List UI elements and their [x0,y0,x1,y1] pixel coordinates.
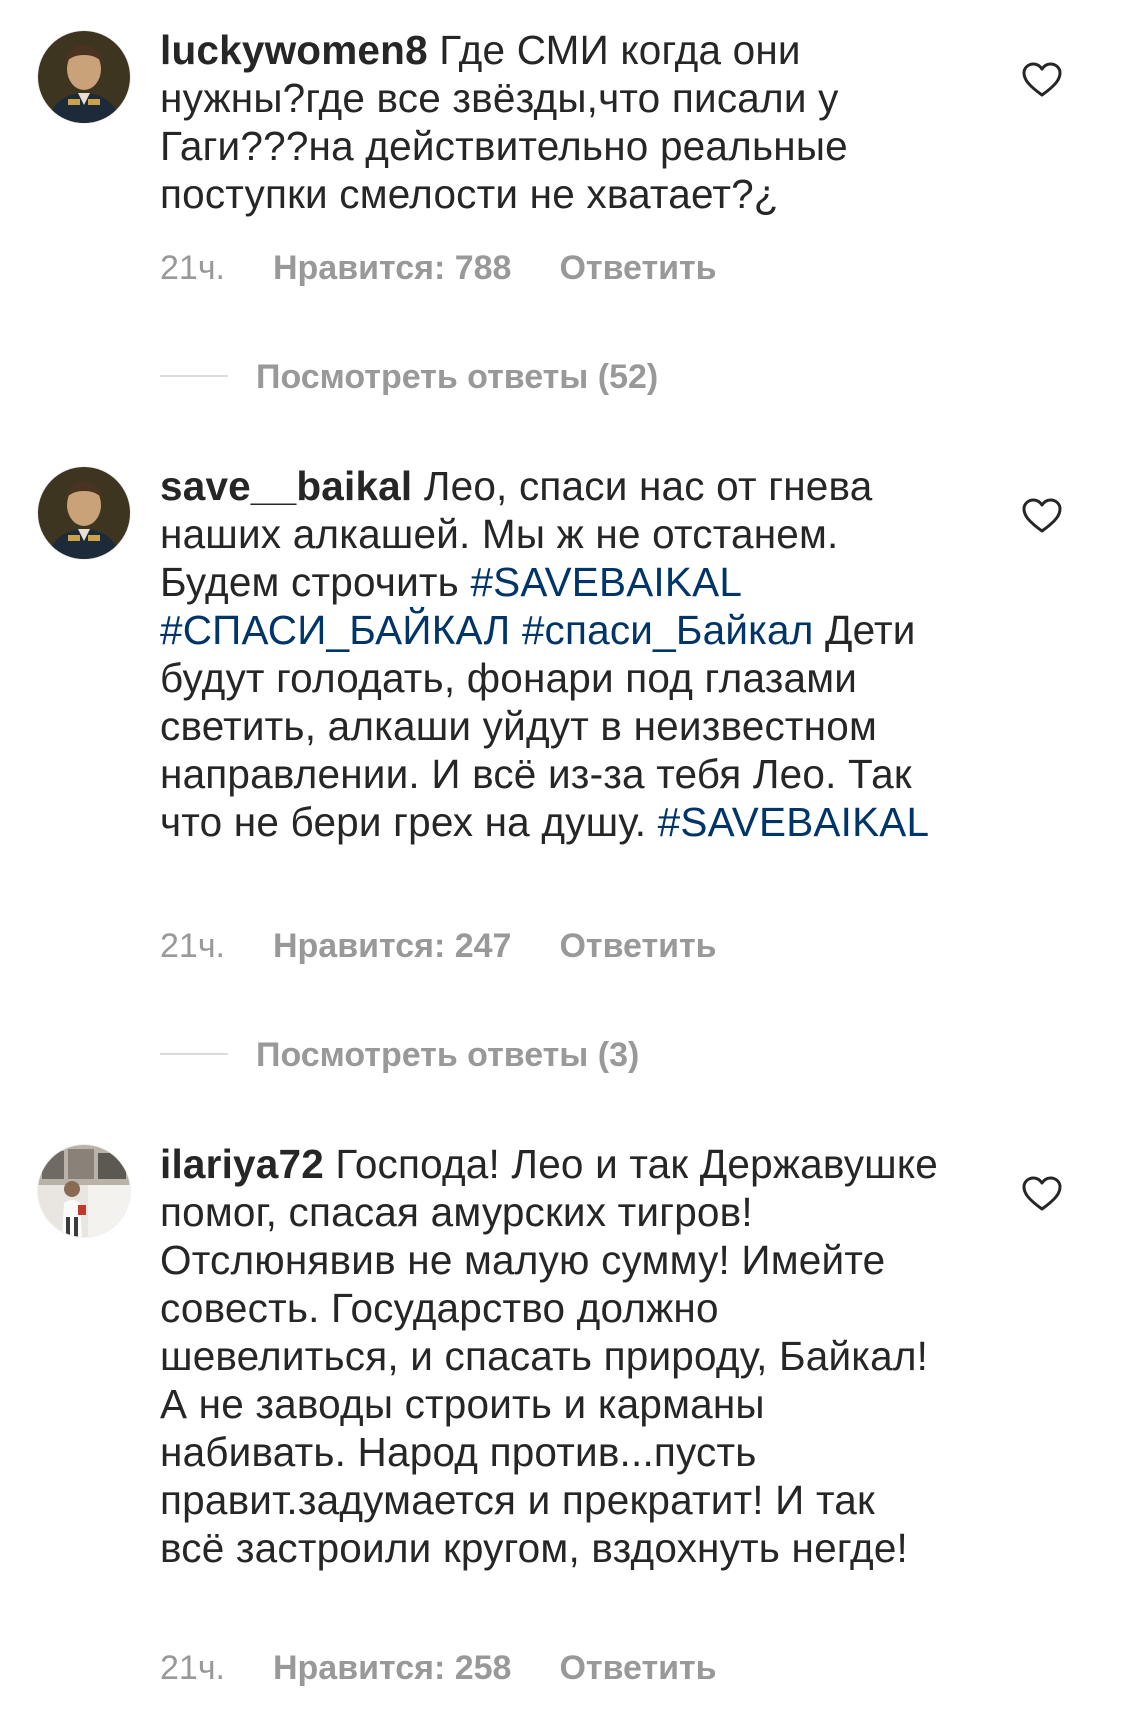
comment-meta: 21ч. Нравится: 788 Ответить [160,248,717,288]
reply-button[interactable]: Ответить [559,1649,716,1687]
portrait-avatar-icon [38,31,130,123]
comment-time: 21ч. [160,1649,225,1687]
replies-divider [160,1053,228,1056]
like-button[interactable] [1022,1176,1062,1212]
replies-divider [160,375,228,378]
heart-outline-icon [1022,62,1062,97]
portrait-avatar-icon [38,467,130,559]
hashtag-link[interactable]: #SAVEBAIKAL [470,559,740,605]
view-replies-button[interactable]: Посмотреть ответы (52) [160,357,658,397]
view-replies-button[interactable]: Посмотреть ответы (3) [160,1035,639,1075]
comment-username[interactable]: save__baikal [160,463,412,509]
avatar[interactable] [38,1145,130,1237]
avatar[interactable] [38,31,130,123]
view-replies-label: Посмотреть ответы (52) [256,358,659,396]
like-button[interactable] [1022,498,1062,534]
comment-time: 21ч. [160,249,225,287]
comment-body: luckywomen8 Где СМИ когда они нужны?где … [160,26,940,218]
reply-button[interactable]: Ответить [559,249,716,287]
like-button[interactable] [1022,62,1062,98]
comment-username[interactable]: luckywomen8 [160,27,428,73]
view-replies-label: Посмотреть ответы (3) [256,1036,640,1074]
reply-button[interactable]: Ответить [559,927,716,965]
comment-likes[interactable]: Нравится: 247 [273,927,511,965]
comment-text [510,607,521,653]
hashtag-link[interactable]: #спаси_Байкал [522,607,814,653]
heart-outline-icon [1022,498,1062,533]
comment-body: ilariya72 Господа! Лео и так Державушке … [160,1140,940,1572]
photo-avatar-icon [38,1145,130,1237]
comment-body: save__baikal Лео, спаси нас от гнева наш… [160,462,940,846]
heart-outline-icon [1022,1176,1062,1211]
avatar[interactable] [38,467,130,559]
comment-likes[interactable]: Нравится: 788 [273,249,511,287]
hashtag-link[interactable]: #SAVEBAIKAL [658,799,930,845]
comment-username[interactable]: ilariya72 [160,1141,324,1187]
hashtag-link[interactable]: #СПАСИ_БАЙКАЛ [160,607,510,653]
comment-time: 21ч. [160,927,225,965]
comment-text: Господа! Лео и так Державушке помог, спа… [160,1141,938,1571]
comment-meta: 21ч. Нравится: 258 Ответить [160,1648,717,1688]
comment-likes[interactable]: Нравится: 258 [273,1649,511,1687]
comment-meta: 21ч. Нравится: 247 Ответить [160,926,717,966]
